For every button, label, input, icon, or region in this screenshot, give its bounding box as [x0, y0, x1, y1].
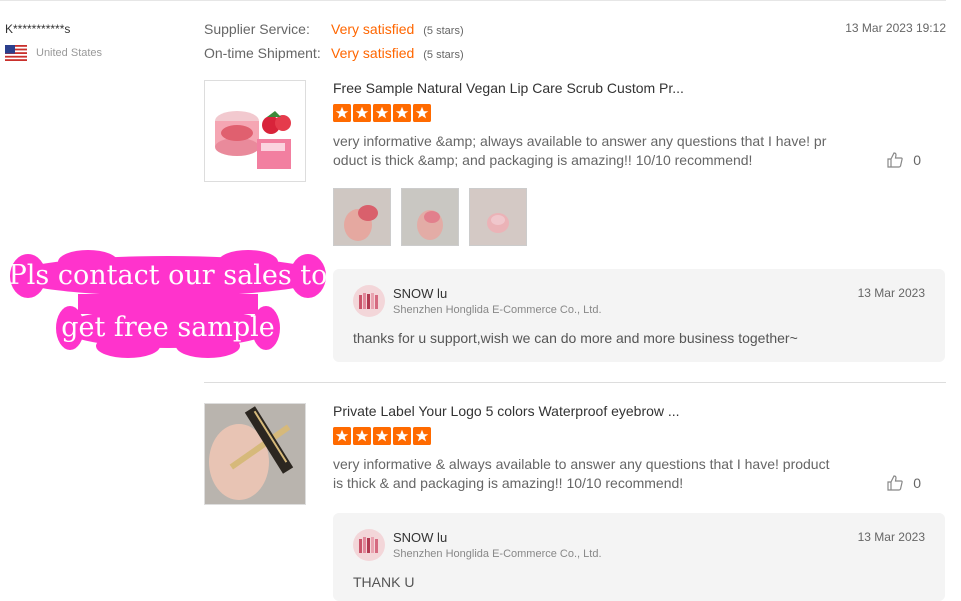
- product-thumbnail[interactable]: [204, 403, 306, 505]
- like-count: 0: [913, 152, 921, 168]
- reply-date: 13 Mar 2023: [857, 286, 925, 300]
- review-photo[interactable]: [333, 188, 391, 246]
- thumbs-up-icon: [887, 475, 903, 491]
- star-icon: [373, 427, 391, 445]
- rating-value: Very satisfied: [331, 21, 415, 37]
- product-title[interactable]: Private Label Your Logo 5 colors Waterpr…: [333, 403, 680, 419]
- product-rating-stars: [333, 427, 431, 445]
- like-button[interactable]: 0: [886, 151, 921, 169]
- rating-value: Very satisfied: [331, 45, 415, 61]
- star-icon: [373, 104, 391, 122]
- seller-avatar: [353, 285, 385, 317]
- reply-text: thanks for u support,wish we can do more…: [353, 330, 798, 346]
- seller-name: SNOW lu: [393, 286, 448, 301]
- seller-company: Shenzhen Honglida E-Commerce Co., Ltd.: [393, 304, 602, 316]
- seller-company: Shenzhen Honglida E-Commerce Co., Ltd.: [393, 548, 602, 560]
- reply-date: 13 Mar 2023: [857, 530, 925, 544]
- reply-text: THANK U: [353, 574, 415, 590]
- seller-reply: SNOW lu Shenzhen Honglida E-Commerce Co.…: [333, 513, 945, 601]
- product-title[interactable]: Free Sample Natural Vegan Lip Care Scrub…: [333, 80, 684, 96]
- star-icon: [393, 427, 411, 445]
- review-photo[interactable]: [401, 188, 459, 246]
- reviewer-name: K***********s: [5, 22, 71, 36]
- rating-label: Supplier Service:: [204, 21, 310, 37]
- on-time-shipment-rating: On-time Shipment: Very satisfied (5 star…: [204, 45, 464, 61]
- banner-line-1: Pls contact our sales to: [8, 260, 328, 291]
- star-icon: [413, 104, 431, 122]
- like-button[interactable]: 0: [886, 474, 921, 492]
- rating-label: On-time Shipment:: [204, 45, 321, 61]
- review-text: very informative & always available to a…: [333, 456, 830, 491]
- supplier-service-rating: Supplier Service: Very satisfied (5 star…: [204, 21, 464, 37]
- star-icon: [413, 427, 431, 445]
- review-item: Private Label Your Logo 5 colors Waterpr…: [204, 403, 946, 601]
- seller-reply: SNOW lu Shenzhen Honglida E-Commerce Co.…: [333, 269, 945, 362]
- star-icon: [353, 427, 371, 445]
- star-icon: [333, 427, 351, 445]
- rating-stars-text: (5 stars): [423, 25, 464, 37]
- top-divider: [0, 0, 946, 1]
- seller-name: SNOW lu: [393, 530, 448, 545]
- seller-avatar: [353, 529, 385, 561]
- us-flag-icon: [5, 45, 27, 61]
- star-icon: [333, 104, 351, 122]
- rating-stars-text: (5 stars): [423, 49, 464, 61]
- review-photo[interactable]: [469, 188, 527, 246]
- review-text: very informative &amp; always available …: [333, 133, 827, 168]
- banner-line-2: get free sample: [61, 312, 275, 343]
- reviewer-country: United States: [5, 45, 102, 61]
- star-icon: [353, 104, 371, 122]
- product-rating-stars: [333, 104, 431, 122]
- country-name: United States: [36, 47, 103, 59]
- review-timestamp: 13 Mar 2023 19:12: [845, 21, 946, 35]
- review-divider: [204, 382, 946, 383]
- like-count: 0: [913, 475, 921, 491]
- free-sample-banner: Pls contact our sales to get free sample: [8, 250, 328, 362]
- thumbs-up-icon: [887, 152, 903, 168]
- star-icon: [393, 104, 411, 122]
- product-thumbnail[interactable]: [204, 80, 306, 182]
